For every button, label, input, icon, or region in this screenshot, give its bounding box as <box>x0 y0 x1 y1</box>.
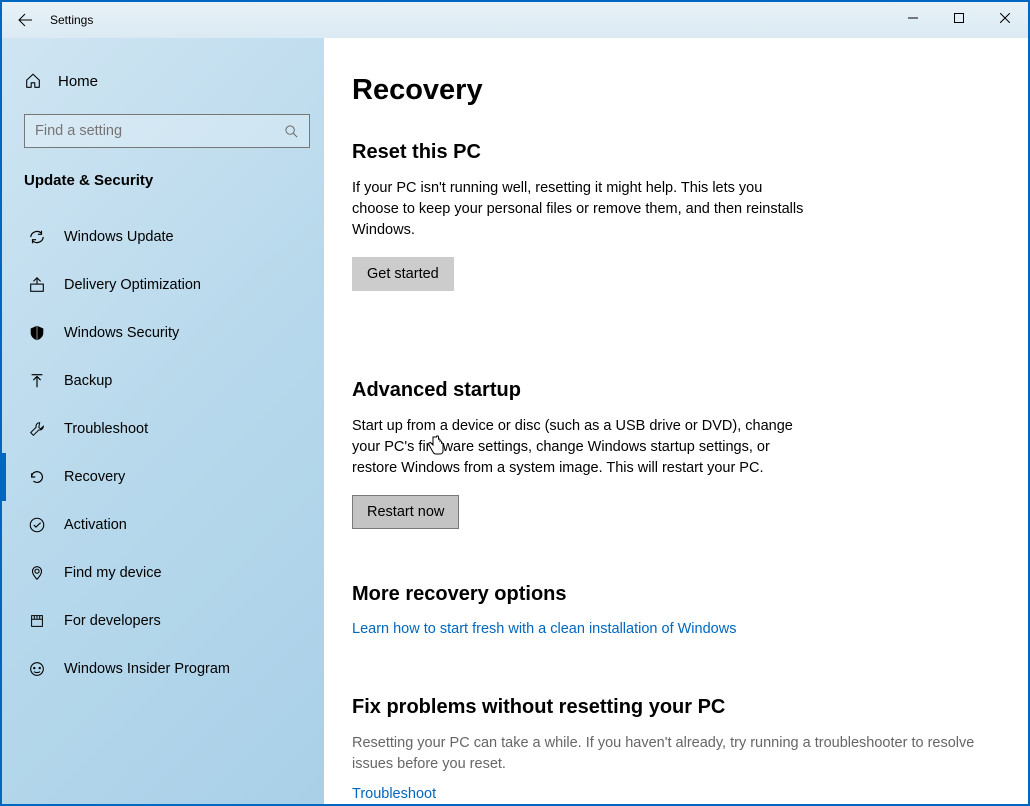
sidebar-category: Update & Security <box>24 172 308 189</box>
sidebar-item-windows-security[interactable]: Windows Security <box>24 309 308 357</box>
sidebar-item-label: Backup <box>64 373 112 389</box>
sidebar-item-label: Find my device <box>64 565 162 581</box>
sidebar-nav: Windows Update Delivery Optimization Win… <box>24 213 308 693</box>
sidebar-item-activation[interactable]: Activation <box>24 501 308 549</box>
main-content: Recovery Reset this PC If your PC isn't … <box>324 38 1028 804</box>
maximize-button[interactable] <box>936 2 982 34</box>
sidebar-item-recovery[interactable]: Recovery <box>24 453 308 501</box>
sidebar-item-find-my-device[interactable]: Find my device <box>24 549 308 597</box>
close-icon <box>1000 13 1010 23</box>
search-icon <box>284 124 299 139</box>
search-input[interactable] <box>35 123 284 139</box>
restart-now-button[interactable]: Restart now <box>352 495 459 529</box>
insider-icon <box>28 660 46 678</box>
sidebar-item-label: For developers <box>64 613 161 629</box>
sidebar-item-for-developers[interactable]: For developers <box>24 597 308 645</box>
wrench-icon <box>28 420 46 438</box>
page-title: Recovery <box>352 74 1004 107</box>
minimize-icon <box>908 13 918 23</box>
titlebar: Settings <box>2 2 1028 38</box>
sidebar-item-label: Troubleshoot <box>64 421 148 437</box>
reset-body: If your PC isn't running well, resetting… <box>352 178 812 241</box>
sync-icon <box>28 228 46 246</box>
sidebar-item-troubleshoot[interactable]: Troubleshoot <box>24 405 308 453</box>
home-button[interactable]: Home <box>24 68 308 94</box>
sidebar-item-label: Delivery Optimization <box>64 277 201 293</box>
location-icon <box>28 564 46 582</box>
sidebar-item-delivery-optimization[interactable]: Delivery Optimization <box>24 261 308 309</box>
close-button[interactable] <box>982 2 1028 34</box>
arrow-left-icon <box>17 12 33 28</box>
more-heading: More recovery options <box>352 583 1004 606</box>
sidebar-item-label: Recovery <box>64 469 125 485</box>
get-started-button[interactable]: Get started <box>352 257 454 291</box>
window-controls <box>890 2 1028 34</box>
search-input-wrapper[interactable] <box>24 114 310 148</box>
advanced-body: Start up from a device or disc (such as … <box>352 416 812 479</box>
sidebar: Home Update & Security Windows Update De… <box>2 38 324 804</box>
advanced-heading: Advanced startup <box>352 379 1004 402</box>
sidebar-item-label: Activation <box>64 517 127 533</box>
fix-heading: Fix problems without resetting your PC <box>352 696 1004 719</box>
troubleshoot-link[interactable]: Troubleshoot <box>352 786 436 802</box>
maximize-icon <box>954 13 964 23</box>
recovery-icon <box>28 468 46 486</box>
back-button[interactable] <box>2 2 48 38</box>
window-title: Settings <box>50 13 93 27</box>
fresh-install-link[interactable]: Learn how to start fresh with a clean in… <box>352 621 736 637</box>
home-label: Home <box>58 73 98 90</box>
developer-icon <box>28 612 46 630</box>
fix-body: Resetting your PC can take a while. If y… <box>352 733 1004 775</box>
sidebar-item-label: Windows Insider Program <box>64 661 230 677</box>
sidebar-item-label: Windows Security <box>64 325 179 341</box>
backup-icon <box>28 372 46 390</box>
sidebar-item-label: Windows Update <box>64 229 174 245</box>
sidebar-item-windows-insider[interactable]: Windows Insider Program <box>24 645 308 693</box>
shield-icon <box>28 324 46 342</box>
reset-heading: Reset this PC <box>352 141 1004 164</box>
delivery-icon <box>28 276 46 294</box>
check-circle-icon <box>28 516 46 534</box>
sidebar-item-windows-update[interactable]: Windows Update <box>24 213 308 261</box>
home-icon <box>24 72 42 90</box>
sidebar-item-backup[interactable]: Backup <box>24 357 308 405</box>
minimize-button[interactable] <box>890 2 936 34</box>
